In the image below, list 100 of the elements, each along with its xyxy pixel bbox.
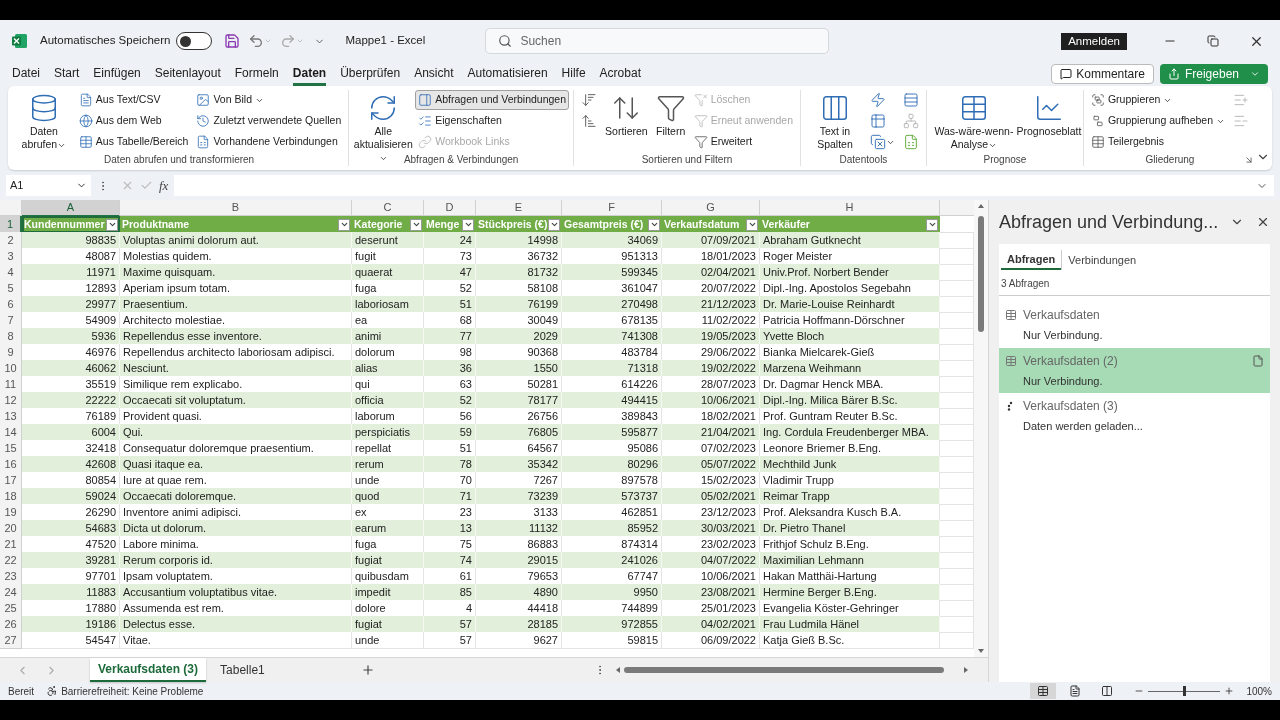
group-label: Gliederung — [1145, 153, 1195, 167]
restore-icon[interactable] — [1207, 35, 1219, 47]
caret-icon — [927, 220, 937, 229]
table-header-cell-text: Kundennummer — [24, 216, 105, 232]
ribbon-button[interactable]: Aus dem Web — [75, 111, 192, 131]
globe-icon — [78, 114, 93, 128]
query-status: Nur Verbindung. — [1022, 328, 1104, 343]
table-cell: 06/09/2022 — [662, 632, 760, 649]
ribbon-button[interactable]: Filtern — [652, 90, 689, 152]
ribbon-button[interactable]: Vorhandene Verbindungen — [193, 132, 345, 152]
zoom-slider-thumb[interactable] — [1182, 686, 1186, 696]
flash-icon — [869, 92, 886, 108]
zoom-reading[interactable]: 100% — [1246, 683, 1272, 699]
launcher-icon[interactable] — [1244, 155, 1254, 165]
menu-tab[interactable]: Start — [54, 62, 80, 86]
window-title: Mappe1 - Excel — [345, 33, 427, 49]
table-icon — [78, 135, 93, 149]
group-icon — [1090, 93, 1105, 107]
ungroup-icon — [1090, 114, 1105, 128]
ribbon-button[interactable]: Gruppieren — [1087, 90, 1228, 110]
ribbon-button[interactable]: Sortieren — [602, 90, 651, 152]
menu-tab[interactable]: Hilfe — [561, 62, 586, 86]
table-header-cell-text: Menge — [426, 216, 460, 232]
caret-icon — [339, 220, 349, 229]
sheet-tab[interactable]: Tabelle1 — [212, 658, 273, 682]
filter-dropdown-button[interactable] — [106, 218, 118, 231]
zoom-in-icon[interactable] — [1224, 686, 1235, 696]
sort-descending-icon — [581, 113, 598, 129]
sheet-tab[interactable]: Verkaufsdaten (3) — [90, 658, 207, 682]
pane-tab[interactable]: Abfragen — [1001, 250, 1062, 270]
sort-ascending-icon — [581, 92, 598, 108]
link-icon — [418, 135, 433, 149]
table-header-cell-text: Gesamtpreis (€) — [564, 216, 644, 232]
document-icon[interactable] — [1252, 354, 1264, 367]
share-button[interactable]: Freigeben — [1159, 64, 1268, 84]
caret-icon — [1250, 69, 1260, 79]
query-item[interactable]: Verkaufsdaten Nur Verbindung. — [999, 302, 1270, 348]
autosave-toggle[interactable] — [176, 32, 213, 50]
table-header-cell-text: Verkaufsdatum — [664, 216, 740, 232]
menu-tab[interactable]: Seitenlayout — [154, 62, 221, 86]
filter-dropdown-button[interactable] — [746, 218, 758, 231]
menu-tab[interactable]: Automatisieren — [467, 62, 548, 86]
menu-tab[interactable]: Ansicht — [414, 62, 454, 86]
normal-view-icon — [1037, 685, 1050, 697]
page-break-icon — [1101, 685, 1114, 697]
zoom-slider[interactable] — [1148, 686, 1221, 696]
ribbon-button[interactable]: Erweitert — [690, 132, 796, 152]
ribbon-button[interactable]: Teilergebnis — [1087, 132, 1228, 152]
query-item[interactable]: Verkaufsdaten (2) Nur Verbindung. — [999, 347, 1270, 393]
table-cell: 59815 — [562, 632, 662, 649]
filter-dropdown-button[interactable] — [548, 218, 560, 231]
undo-icon[interactable] — [248, 33, 265, 49]
ribbon-button[interactable]: Gruppierung aufheben — [1087, 111, 1228, 131]
loading-icon — [1007, 401, 1013, 411]
filter-dropdown-button[interactable] — [926, 218, 938, 231]
comments-button[interactable]: Kommentare — [1051, 64, 1154, 84]
ribbon-button[interactable]: Text in Spalten — [805, 90, 865, 152]
search-bar[interactable]: Suchen — [485, 28, 830, 54]
table-icon — [1005, 309, 1017, 321]
table-cell: Vitae. — [120, 632, 352, 649]
query-item[interactable]: Verkaufsdaten (3) Daten werden geladen... — [999, 393, 1270, 439]
name-box[interactable]: A1 — [6, 175, 91, 196]
sign-in-button[interactable]: Anmelden — [1061, 32, 1127, 50]
menu-tab[interactable]: Acrobat — [599, 62, 641, 86]
insert-function-label[interactable]: fx — [159, 175, 169, 196]
filter-dropdown-button[interactable] — [338, 218, 350, 231]
ribbon-button[interactable]: Aus Tabelle/Bereich — [75, 132, 192, 152]
ribbon-button[interactable]: Von Bild — [193, 90, 345, 110]
view-button[interactable] — [1030, 683, 1057, 699]
menu-tab[interactable]: Formeln — [234, 62, 279, 86]
close-icon[interactable] — [1256, 215, 1270, 229]
ribbon-button[interactable]: Alle aktualisieren — [353, 90, 414, 152]
ribbon-button[interactable]: Daten abrufen — [14, 90, 74, 152]
menu-tab[interactable]: Überprüfen — [340, 62, 401, 86]
vertical-scrollbar[interactable] — [974, 200, 988, 657]
caret-icon — [411, 220, 421, 229]
table-cell: 57 — [424, 632, 476, 649]
row-header[interactable]: 27 — [0, 632, 22, 649]
pane-tab[interactable]: Verbindungen — [1061, 250, 1143, 270]
query-count: 3 Abfragen — [999, 272, 1270, 296]
menu-tab[interactable]: Einfügen — [93, 62, 141, 86]
ribbon-button[interactable]: Abfragen und Verbindungen — [415, 90, 570, 110]
table-icon — [1005, 354, 1017, 367]
filter-dropdown-button[interactable] — [410, 218, 422, 231]
save-icon[interactable] — [224, 33, 241, 49]
table-cell: unde — [352, 632, 424, 649]
filter-icon — [655, 93, 686, 123]
ribbon-button[interactable]: Aus Text/CSV — [75, 90, 192, 110]
ribbon-button[interactable]: Eigenschaften — [415, 111, 570, 131]
group-label: Datentools — [839, 153, 888, 167]
ribbon-button[interactable]: Was-wäre-wenn-Analyse — [930, 90, 1017, 152]
list-add-icon — [1233, 92, 1249, 108]
search-field[interactable]: Suchen — [520, 32, 817, 50]
accessibility-status[interactable]: Barrierefreiheit: Keine Probleme — [61, 683, 204, 699]
menu-tab[interactable]: Datei — [12, 62, 40, 86]
filter-dropdown-button[interactable] — [462, 218, 474, 231]
filter-dropdown-button[interactable] — [648, 218, 660, 231]
ribbon-button[interactable]: Zuletzt verwendete Quellen — [193, 111, 345, 131]
add-sheet-icon[interactable] — [360, 663, 375, 677]
accessibility-icon[interactable] — [46, 685, 59, 697]
